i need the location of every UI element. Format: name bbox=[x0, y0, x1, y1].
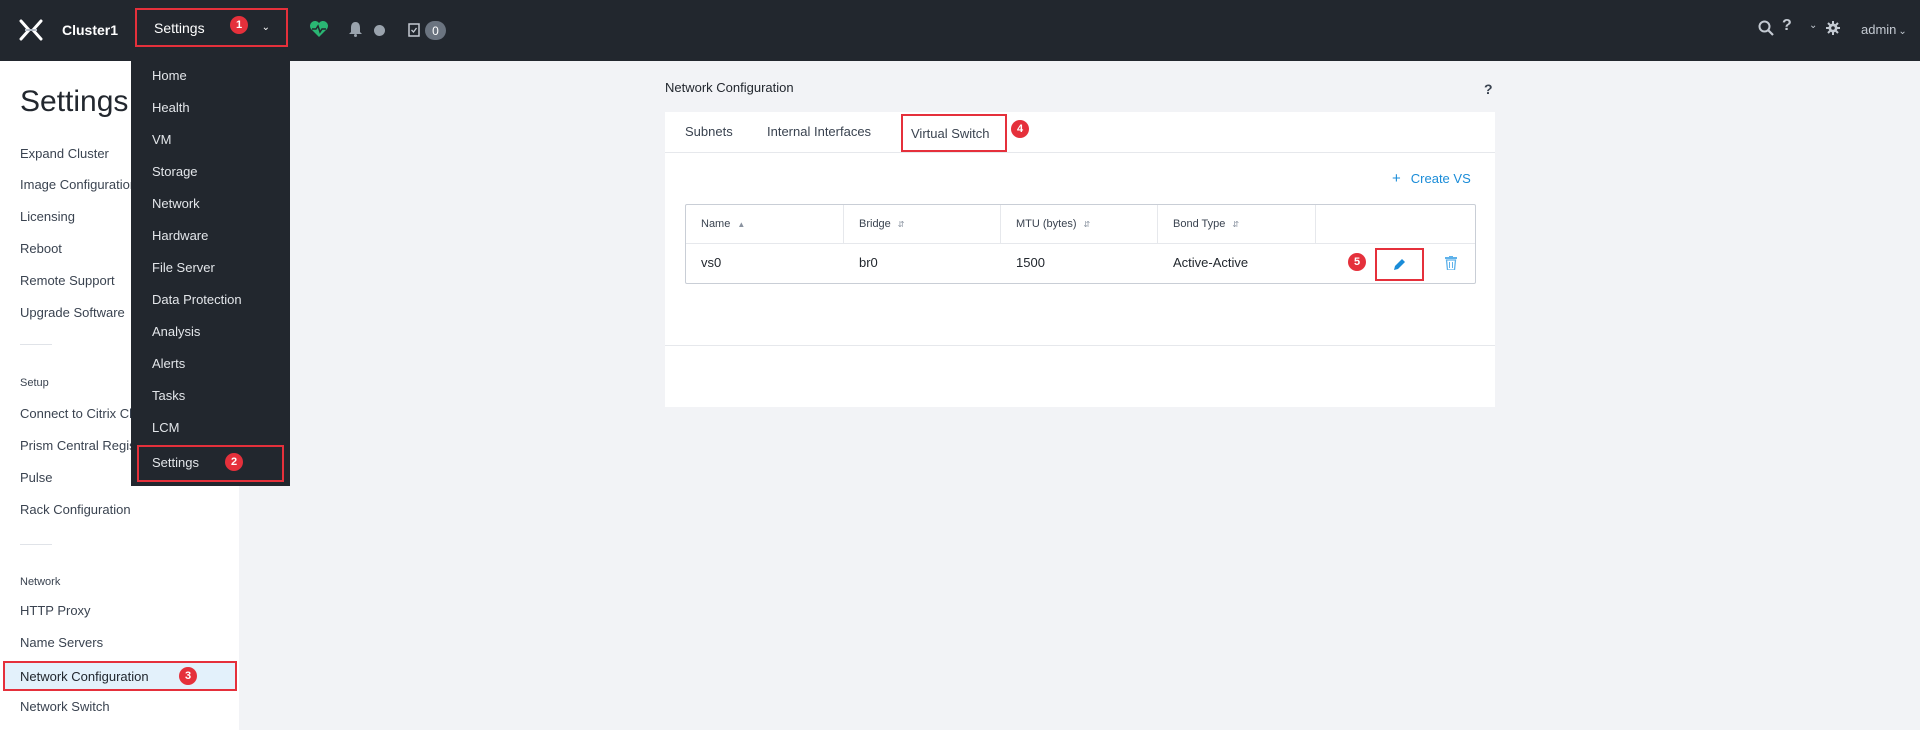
main-menu-dropdown: Home Health VM Storage Network Hardware … bbox=[131, 61, 290, 486]
sidebar-item-name-servers[interactable]: Name Servers bbox=[20, 635, 103, 650]
help-icon[interactable]: ? bbox=[1782, 17, 1792, 35]
menu-item-alerts[interactable]: Alerts bbox=[152, 356, 185, 371]
search-icon[interactable] bbox=[1758, 20, 1774, 36]
menu-item-home[interactable]: Home bbox=[152, 68, 187, 83]
sidebar-item-http-proxy[interactable]: HTTP Proxy bbox=[20, 603, 91, 618]
sidebar-item-image-configuration[interactable]: Image Configuration bbox=[20, 177, 137, 192]
sidebar-item-remote-support[interactable]: Remote Support bbox=[20, 273, 115, 288]
menu-item-hardware[interactable]: Hardware bbox=[152, 228, 208, 243]
step-badge-5: 5 bbox=[1348, 253, 1366, 271]
top-nav-bar: Cluster1 Settings ⌄ 1 0 ? ⌄ admin ⌄ bbox=[0, 0, 1920, 61]
health-heart-icon[interactable] bbox=[309, 20, 329, 38]
menu-item-vm[interactable]: VM bbox=[152, 132, 172, 147]
column-header-bridge[interactable]: Bridge ⇵ bbox=[844, 205, 1001, 243]
column-header-label: MTU (bytes) bbox=[1016, 218, 1077, 230]
menu-item-file-server[interactable]: File Server bbox=[152, 260, 215, 275]
nutanix-logo-icon[interactable] bbox=[19, 19, 43, 41]
column-header-label: Name bbox=[701, 218, 731, 230]
create-vs-button[interactable]: + Create VS bbox=[1392, 170, 1471, 187]
menu-item-lcm[interactable]: LCM bbox=[152, 420, 179, 435]
column-header-label: Bridge bbox=[859, 218, 891, 230]
tasks-clipboard-icon[interactable] bbox=[408, 22, 420, 37]
menu-item-settings[interactable]: Settings bbox=[137, 445, 284, 482]
main-menu-label: Settings bbox=[154, 19, 205, 36]
step-badge-4: 4 bbox=[1011, 120, 1029, 138]
page-help-icon[interactable]: ? bbox=[1484, 81, 1493, 97]
sort-asc-icon: ▲ bbox=[737, 219, 746, 229]
cluster-name[interactable]: Cluster1 bbox=[62, 22, 118, 38]
sort-icon: ⇵ bbox=[1083, 219, 1091, 229]
cell-name: vs0 bbox=[701, 255, 722, 270]
menu-item-label: Settings bbox=[152, 455, 199, 470]
column-header-bond-type[interactable]: Bond Type ⇵ bbox=[1158, 205, 1316, 243]
menu-item-health[interactable]: Health bbox=[152, 100, 190, 115]
main-menu-button[interactable]: Settings ⌄ bbox=[135, 8, 288, 47]
sidebar-item-upgrade-software[interactable]: Upgrade Software bbox=[20, 305, 125, 320]
sidebar-title: Settings bbox=[20, 85, 129, 118]
tab-virtual-switch[interactable]: Virtual Switch bbox=[901, 114, 1007, 152]
column-header-label: Bond Type bbox=[1173, 218, 1226, 230]
network-config-card: Subnets Internal Interfaces Virtual Swit… bbox=[665, 112, 1495, 407]
sidebar-item-expand-cluster[interactable]: Expand Cluster bbox=[20, 146, 109, 161]
header-divider bbox=[686, 243, 1475, 244]
tab-internal-interfaces[interactable]: Internal Interfaces bbox=[767, 124, 871, 139]
create-vs-label: Create VS bbox=[1410, 171, 1471, 186]
cell-mtu: 1500 bbox=[1016, 255, 1045, 270]
cell-bond-type: Active-Active bbox=[1173, 255, 1249, 270]
user-menu[interactable]: admin ⌄ bbox=[1861, 22, 1907, 37]
sort-icon: ⇵ bbox=[1232, 219, 1240, 229]
tab-label: Virtual Switch bbox=[911, 126, 990, 141]
menu-item-tasks[interactable]: Tasks bbox=[152, 388, 185, 403]
alerts-bell-icon[interactable] bbox=[348, 21, 363, 37]
sidebar-divider bbox=[20, 344, 52, 345]
tabs-divider bbox=[665, 152, 1495, 153]
gear-icon[interactable] bbox=[1826, 21, 1840, 35]
sidebar-item-rack-configuration[interactable]: Rack Configuration bbox=[20, 502, 131, 517]
sidebar-item-licensing[interactable]: Licensing bbox=[20, 209, 75, 224]
sidebar-section-network: Network bbox=[20, 576, 61, 588]
cell-bridge: br0 bbox=[859, 255, 878, 270]
page-title: Network Configuration bbox=[665, 80, 794, 95]
help-chevron-down-icon[interactable]: ⌄ bbox=[1809, 20, 1817, 31]
menu-item-network[interactable]: Network bbox=[152, 196, 200, 211]
plus-icon: + bbox=[1392, 170, 1401, 187]
tab-subnets[interactable]: Subnets bbox=[685, 124, 733, 139]
user-chevron-down-icon: ⌄ bbox=[1898, 26, 1907, 37]
sidebar-item-pulse[interactable]: Pulse bbox=[20, 470, 53, 485]
column-header-mtu[interactable]: MTU (bytes) ⇵ bbox=[1001, 205, 1158, 243]
step-badge-3: 3 bbox=[179, 667, 197, 685]
menu-item-storage[interactable]: Storage bbox=[152, 164, 198, 179]
virtual-switch-table: Name ▲ Bridge ⇵ MTU (bytes) ⇵ Bond Type ⇵ vs… bbox=[685, 204, 1476, 284]
menu-item-analysis[interactable]: Analysis bbox=[152, 324, 200, 339]
menu-item-data-protection[interactable]: Data Protection bbox=[152, 292, 242, 307]
pencil-icon bbox=[1394, 259, 1405, 270]
sidebar-section-setup: Setup bbox=[20, 377, 49, 389]
sort-icon: ⇵ bbox=[897, 219, 905, 229]
step-badge-2: 2 bbox=[225, 453, 243, 471]
column-header-name[interactable]: Name ▲ bbox=[686, 205, 844, 243]
sidebar-item-label: Network Configuration bbox=[20, 669, 149, 684]
sidebar-item-reboot[interactable]: Reboot bbox=[20, 241, 62, 256]
card-footer-divider bbox=[665, 345, 1495, 346]
sidebar-item-network-switch[interactable]: Network Switch bbox=[20, 699, 110, 714]
alerts-status-dot bbox=[374, 25, 385, 36]
chevron-down-icon: ⌄ bbox=[261, 22, 270, 33]
tasks-count-badge: 0 bbox=[425, 21, 446, 40]
trash-icon[interactable] bbox=[1445, 256, 1457, 270]
sidebar-item-network-configuration[interactable]: Network Configuration bbox=[3, 661, 237, 691]
edit-button[interactable] bbox=[1375, 248, 1424, 281]
user-name: admin bbox=[1861, 22, 1897, 37]
sidebar-divider bbox=[20, 544, 52, 545]
step-badge-1: 1 bbox=[230, 16, 248, 34]
